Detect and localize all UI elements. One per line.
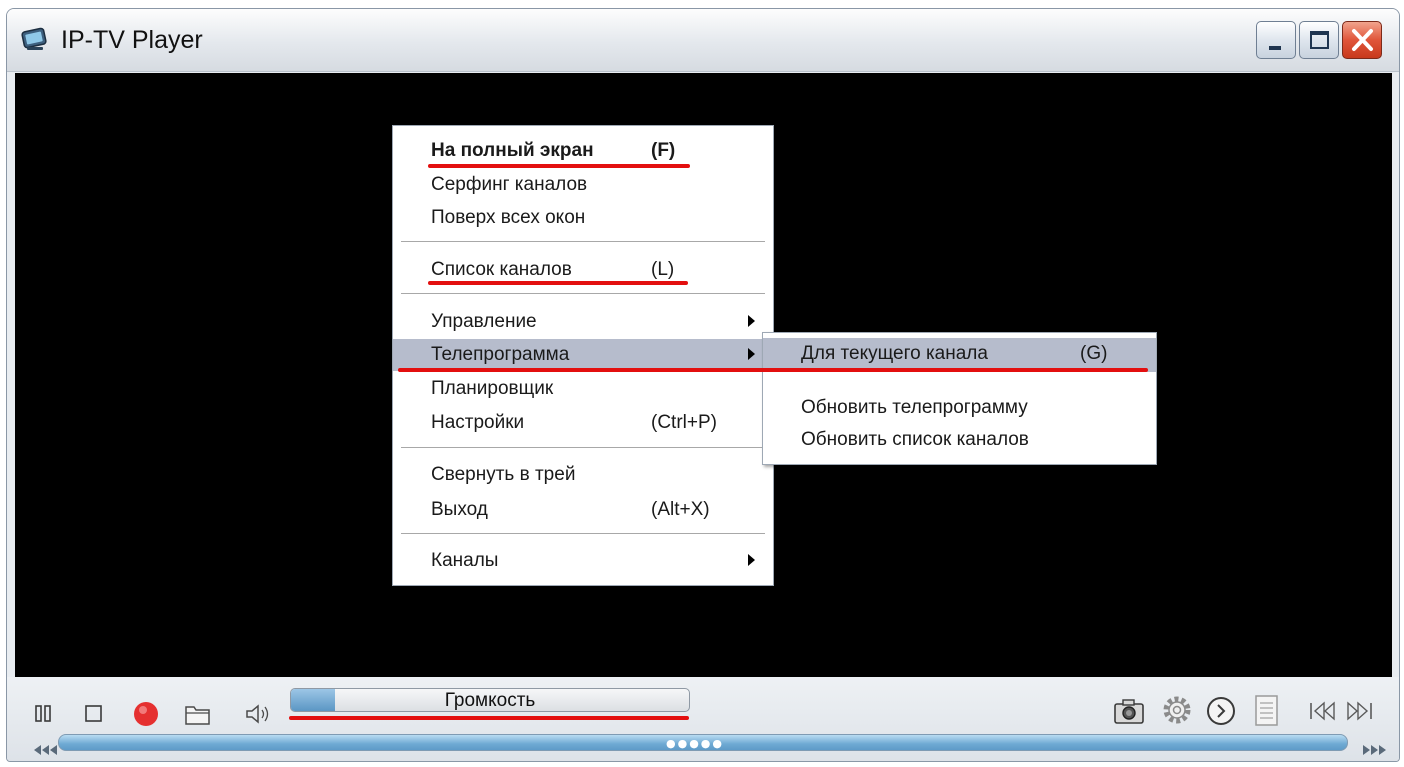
volume-label: Громкость [444, 690, 536, 711]
gear-icon[interactable] [1160, 693, 1194, 727]
folder-icon[interactable] [183, 701, 213, 727]
annotation-underline [398, 368, 1148, 372]
annotation-underline [289, 716, 689, 720]
fast-forward-icon[interactable] [1359, 743, 1389, 757]
menu-item-label: Обновить телепрограмму [801, 397, 1028, 418]
menu-item-label: Телепрограмма [431, 344, 570, 365]
menu-item-current-channel[interactable]: Для текущего канала (G) [763, 338, 1156, 372]
close-icon [1352, 29, 1373, 51]
camera-icon[interactable] [1112, 695, 1146, 727]
speaker-icon[interactable] [243, 701, 273, 727]
menu-item-label: Серфинг каналов [431, 174, 588, 195]
annotation-underline [428, 281, 688, 285]
menu-item-label: На полный экран [431, 140, 594, 161]
menu-item-channel-surfing[interactable]: Серфинг каналов [393, 169, 773, 201]
context-menu: На полный экран (F) Серфинг каналов Пове… [392, 125, 774, 586]
maximize-icon [1310, 31, 1329, 49]
menu-item-label: Для текущего канала [801, 343, 988, 364]
clock-icon[interactable] [1205, 695, 1237, 727]
tv-guide-submenu: Для текущего канала (G) Обновить телепро… [762, 332, 1157, 465]
menu-item-label: Каналы [431, 550, 499, 571]
submenu-arrow-icon [748, 315, 755, 327]
tv-icon [21, 27, 47, 50]
menu-separator [401, 533, 765, 534]
previous-channel-icon[interactable] [1307, 699, 1337, 723]
window-title: IP-TV Player [61, 26, 203, 54]
seek-bar[interactable]: ●●●●● [58, 734, 1348, 751]
menu-item-label: Планировщик [431, 378, 554, 399]
menu-item-label: Обновить список каналов [801, 429, 1029, 450]
menu-item-tv-guide[interactable]: Телепрограмма [393, 339, 773, 371]
menu-item-label: Список каналов [431, 259, 572, 280]
menu-item-exit[interactable]: Выход (Alt+X) [393, 494, 773, 526]
menu-item-shortcut: (L) [651, 259, 675, 280]
menu-item-settings[interactable]: Настройки (Ctrl+P) [393, 407, 773, 439]
menu-item-channels[interactable]: Каналы [393, 545, 773, 577]
close-button[interactable] [1342, 21, 1382, 59]
menu-item-scheduler[interactable]: Планировщик [393, 373, 773, 405]
menu-item-always-on-top[interactable]: Поверх всех окон [393, 202, 773, 234]
rewind-icon[interactable] [31, 743, 61, 757]
menu-item-label: Управление [431, 311, 537, 332]
menu-item-label: Свернуть в трей [431, 464, 576, 485]
title-bar[interactable]: IP-TV Player [7, 9, 1399, 72]
menu-item-control[interactable]: Управление [393, 306, 773, 338]
annotation-underline [428, 164, 690, 168]
seek-thumb[interactable]: ●●●●● [666, 737, 724, 750]
menu-item-fullscreen[interactable]: На полный экран (F) [393, 135, 773, 167]
maximize-button[interactable] [1299, 21, 1339, 59]
menu-item-update-tv-guide[interactable]: Обновить телепрограмму [763, 392, 1156, 424]
menu-item-minimize-to-tray[interactable]: Свернуть в трей [393, 459, 773, 491]
menu-item-label: Выход [431, 499, 488, 520]
menu-item-shortcut: (G) [1080, 343, 1108, 364]
pause-icon[interactable] [33, 703, 55, 725]
submenu-arrow-icon [748, 348, 755, 360]
submenu-arrow-icon [748, 554, 755, 566]
volume-slider[interactable]: Громкость [290, 688, 690, 712]
menu-item-label: Поверх всех окон [431, 207, 586, 228]
stop-icon[interactable] [83, 703, 105, 725]
menu-separator [401, 241, 765, 242]
menu-item-shortcut: (Alt+X) [651, 499, 710, 520]
record-icon[interactable] [131, 699, 161, 729]
menu-separator [401, 293, 765, 294]
menu-item-shortcut: (Ctrl+P) [651, 412, 717, 433]
menu-separator [401, 447, 765, 448]
next-channel-icon[interactable] [1345, 699, 1375, 723]
menu-item-label: Настройки [431, 412, 525, 433]
minimize-button[interactable] [1256, 21, 1296, 59]
minimize-icon [1269, 46, 1281, 50]
document-icon[interactable] [1252, 693, 1282, 729]
menu-item-update-channel-list[interactable]: Обновить список каналов [763, 424, 1156, 456]
menu-item-shortcut: (F) [651, 140, 676, 161]
